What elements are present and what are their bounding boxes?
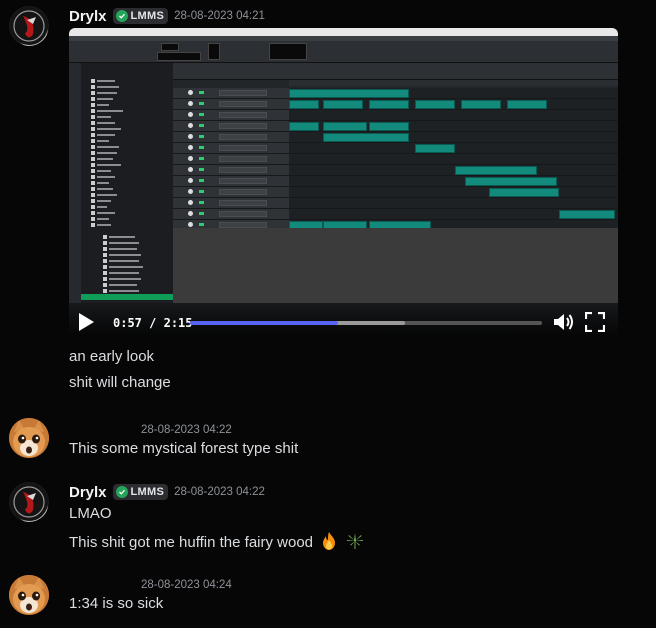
cat-avatar-image <box>9 575 49 615</box>
tag-label: LMMS <box>130 486 165 498</box>
server-tag[interactable]: LMMS <box>112 484 169 500</box>
message-header: 28-08-2023 04:22 <box>141 420 232 440</box>
shield-check-icon <box>115 486 128 498</box>
timestamp[interactable]: 28-08-2023 04:24 <box>141 579 232 591</box>
avatar[interactable] <box>9 418 49 458</box>
message-header: Drylx LMMS 28-08-2023 04:21 <box>69 6 265 26</box>
avatar-image <box>10 483 48 521</box>
username[interactable]: Drylx <box>69 8 107 25</box>
message-text: This some mystical forest type shit <box>69 440 299 457</box>
taskbar-area <box>173 228 618 303</box>
video-time: 0:57 / 2:15 <box>113 316 193 330</box>
message-group-1: Drylx LMMS 28-08-2023 04:21 0:57 / 2:15 … <box>0 0 656 400</box>
message-text: This shit got me huffin the fairy wood <box>69 534 314 551</box>
video-duration: 2:15 <box>163 316 193 330</box>
message-text: an early look <box>69 348 155 365</box>
message-group-2: 28-08-2023 04:22 This some mystical fore… <box>0 415 656 465</box>
app-titlebar <box>69 28 618 36</box>
fire-emoji-icon[interactable] <box>319 531 339 551</box>
avatar-image <box>10 7 48 45</box>
cat-avatar-image <box>9 418 49 458</box>
message-group-3: Drylx LMMS 28-08-2023 04:22 LMAO This sh… <box>0 480 656 560</box>
timestamp[interactable]: 28-08-2023 04:22 <box>174 486 265 498</box>
leaf-emoji-icon[interactable] <box>345 531 365 551</box>
username[interactable]: Drylx <box>69 484 107 501</box>
volume-icon[interactable] <box>553 312 575 332</box>
server-tag[interactable]: LMMS <box>112 8 169 24</box>
timestamp[interactable]: 28-08-2023 04:21 <box>174 10 265 22</box>
message-group-4: 28-08-2023 04:24 1:34 is so sick <box>0 572 656 628</box>
app-toolbar <box>69 41 618 63</box>
avatar[interactable] <box>9 6 49 46</box>
avatar[interactable] <box>9 482 49 522</box>
fullscreen-icon[interactable] <box>584 311 606 333</box>
app-sidetabs <box>69 63 81 303</box>
message-header: Drylx LMMS 28-08-2023 04:22 <box>69 482 265 502</box>
play-icon[interactable] <box>77 312 95 332</box>
message-text: shit will change <box>69 374 171 391</box>
timestamp[interactable]: 28-08-2023 04:22 <box>141 424 232 436</box>
video-embed[interactable]: 0:57 / 2:15 <box>69 28 618 337</box>
message-text: 1:34 is so sick <box>69 595 164 612</box>
browser-selected-item <box>81 294 173 300</box>
video-progress-fill <box>190 321 338 325</box>
message-text-with-emoji: This shit got me huffin the fairy wood <box>69 531 365 551</box>
message-text: LMAO <box>69 505 112 522</box>
video-progress-bar[interactable] <box>190 321 542 325</box>
video-controls: 0:57 / 2:15 <box>69 303 618 337</box>
shield-check-icon <box>115 10 128 22</box>
message-header: 28-08-2023 04:24 <box>141 575 232 595</box>
avatar[interactable] <box>9 575 49 615</box>
file-browser <box>81 63 173 303</box>
video-current-time: 0:57 <box>113 316 142 330</box>
tag-label: LMMS <box>130 10 165 22</box>
